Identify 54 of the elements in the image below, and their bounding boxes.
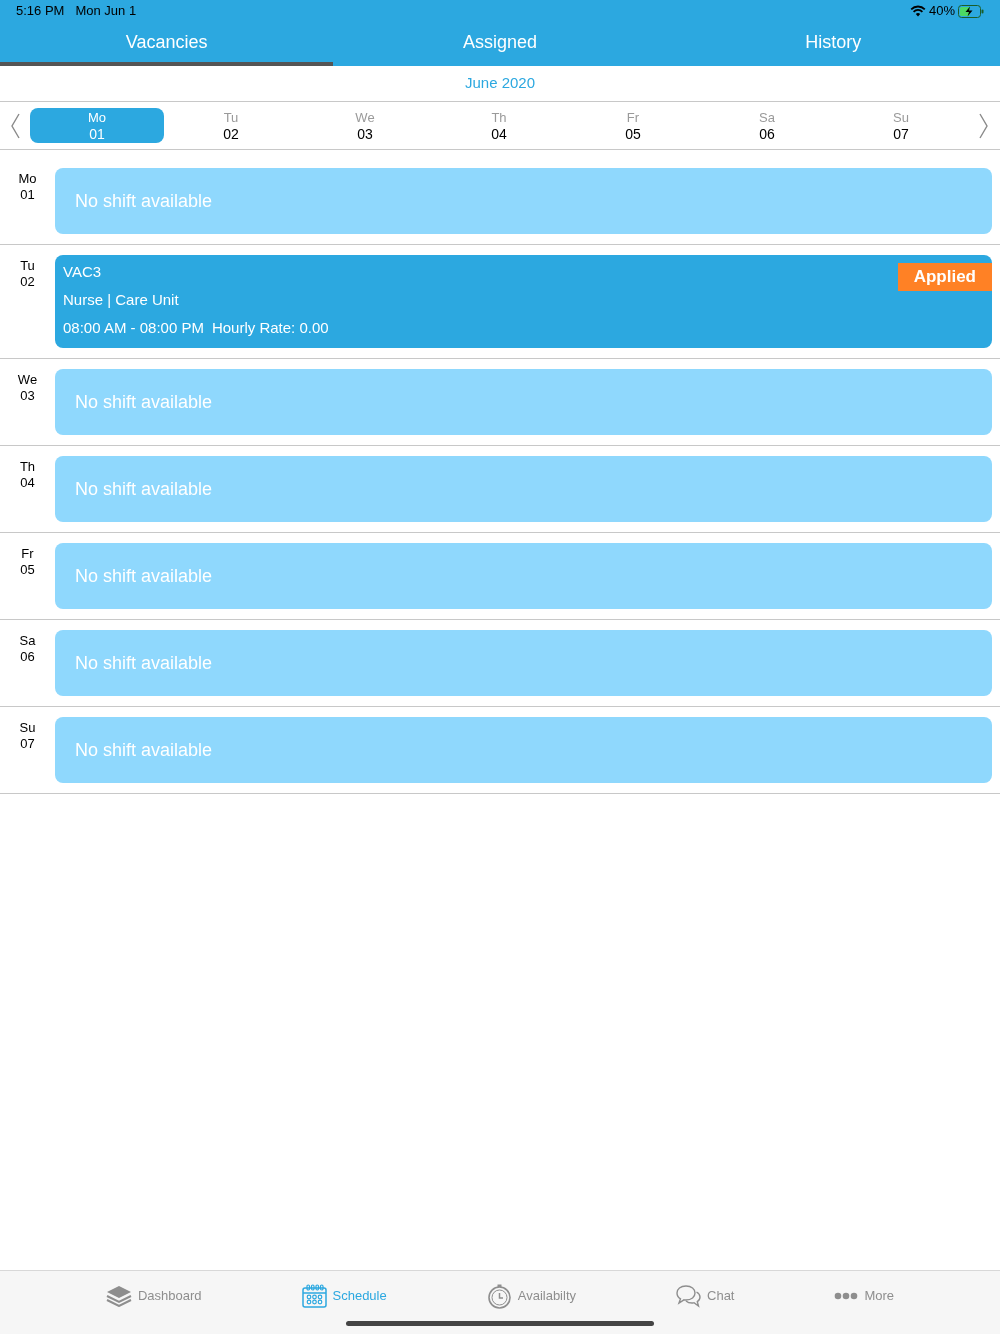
more-dots-icon (834, 1292, 859, 1300)
week-day[interactable]: Mo 01 (30, 108, 164, 143)
chevron-left-icon[interactable] (10, 112, 20, 139)
no-shift-message: No shift available (75, 738, 213, 762)
nav-item[interactable]: Chat (676, 1284, 735, 1308)
day-weekday: Sa (19, 633, 36, 649)
shift-code: VAC3 (63, 262, 103, 282)
wifi-icon (909, 5, 926, 17)
nav-item[interactable]: Schedule (301, 1284, 387, 1308)
shift-role: Nurse | Care Unit (63, 290, 180, 310)
status-time: 5:16 PM (16, 2, 65, 21)
day-number: 03 (20, 388, 35, 404)
nav-item[interactable]: Dashboard (105, 1285, 202, 1307)
status-badge: Applied (897, 263, 992, 291)
day-weekday: Su (19, 720, 36, 736)
no-shift-message: No shift available (75, 564, 213, 588)
no-shift-message: No shift available (75, 651, 213, 675)
battery-charging-icon (958, 4, 984, 18)
clock-icon (486, 1283, 512, 1309)
nav-item[interactable]: Availabilty (486, 1283, 576, 1309)
day-weekday: Tu (20, 258, 35, 274)
day-number: 02 (20, 274, 35, 290)
calendar-icon (301, 1284, 327, 1308)
day-weekday: Th (19, 459, 36, 475)
month-title: June 2020 (464, 73, 536, 94)
no-shift-message: No shift available (75, 189, 213, 213)
week-day[interactable]: We 03 (298, 108, 432, 143)
status-date: Mon Jun 1 (75, 2, 137, 21)
chevron-right-icon[interactable] (979, 112, 989, 139)
week-day[interactable]: Tu 02 (164, 108, 298, 143)
nav-item[interactable]: More (834, 1286, 895, 1306)
layers-icon (105, 1285, 132, 1307)
battery-percentage: 40% (928, 2, 955, 21)
shift-time: 08:00 AM - 08:00 PM (63, 318, 204, 338)
week-day[interactable]: Su 07 (834, 108, 968, 143)
tab[interactable]: Vacancies (0, 22, 334, 66)
week-day[interactable]: Sa 06 (700, 108, 834, 143)
tab[interactable]: Assigned (333, 22, 667, 66)
day-weekday: Fr (21, 546, 34, 562)
week-day[interactable]: Th 04 (432, 108, 566, 143)
chat-bubbles-icon (676, 1284, 701, 1308)
hourly-rate: Hourly Rate: 0.00 (211, 318, 329, 338)
shift-card[interactable]: VAC3 Nurse | Care Unit 08:00 AM - 08:00 PM Hourly Rate: 0.00 Applied (55, 255, 992, 348)
week-day[interactable]: Fr 05 (566, 108, 700, 143)
day-number: 04 (20, 475, 35, 491)
no-shift-message: No shift available (75, 477, 213, 501)
day-weekday: We (17, 372, 38, 388)
day-number: 01 (20, 187, 35, 203)
day-number: 06 (20, 649, 35, 665)
no-shift-message: No shift available (75, 390, 213, 414)
day-number: 07 (20, 736, 35, 752)
tab[interactable]: History (666, 22, 1000, 66)
day-number: 05 (20, 562, 35, 578)
day-weekday: Mo (18, 171, 37, 187)
